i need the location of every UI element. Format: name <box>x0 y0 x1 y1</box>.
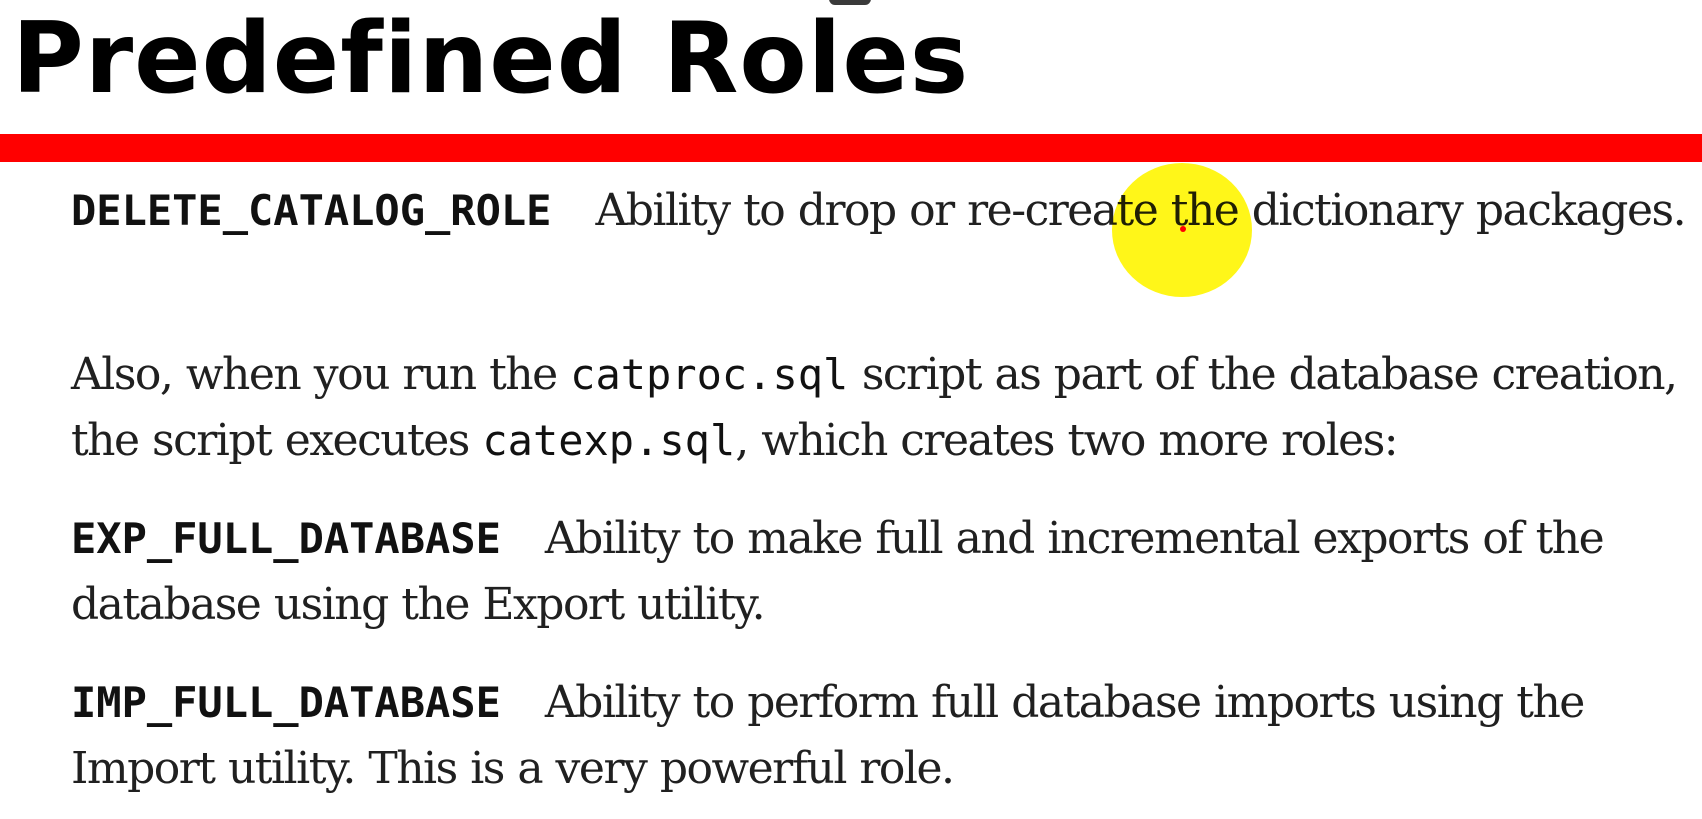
code-catproc-sql: catproc.sql <box>570 350 849 399</box>
cursor-pointer-icon <box>1180 226 1186 232</box>
paragraph-delete-catalog-role: DELETE_CATALOG_ROLE Ability to drop or re… <box>71 178 1691 244</box>
paragraph-catproc: Also, when you run the catproc.sql scrip… <box>71 342 1691 474</box>
code-catexp-sql: catexp.sql <box>482 416 736 465</box>
role-name-delete-catalog: DELETE_CATALOG_ROLE <box>71 186 552 235</box>
paragraph-exp-full-database: EXP_FULL_DATABASE Ability to make full an… <box>71 506 1691 638</box>
role-name-imp-full: IMP_FULL_DATABASE <box>71 678 501 727</box>
catproc-text-after: , which creates two more roles: <box>735 415 1398 466</box>
catproc-text-before: Also, when you run the <box>71 349 571 400</box>
title-divider <box>0 134 1702 162</box>
slide: Predefined Roles DELETE_CATALOG_ROLE Abil… <box>0 0 1702 819</box>
slide-title: Predefined Roles <box>12 2 970 116</box>
role-name-exp-full: EXP_FULL_DATABASE <box>71 514 501 563</box>
paragraph-imp-full-database: IMP_FULL_DATABASE Ability to perform full… <box>71 670 1691 802</box>
